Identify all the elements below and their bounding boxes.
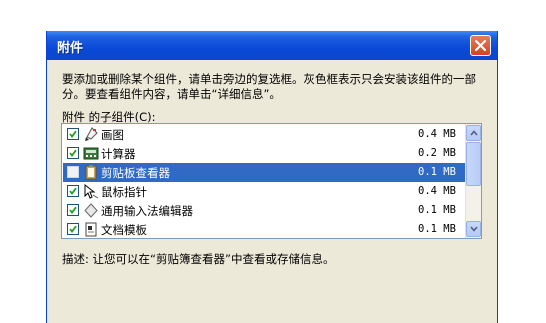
clipboard-icon <box>83 165 99 180</box>
item-size: 0.2 MB <box>418 147 456 159</box>
item-name: 鼠标指针 <box>101 185 147 199</box>
item-size: 0.1 MB <box>418 204 456 216</box>
item-size: 0.1 MB <box>418 223 456 235</box>
scroll-up-button[interactable] <box>466 125 481 141</box>
component-description: 描述: 让您可以在“剪贴簿查看器”中查看或存储信息。 <box>62 252 335 266</box>
paint-icon <box>83 127 99 142</box>
item-name: 画图 <box>101 128 124 142</box>
item-size: 0.1 MB <box>418 166 456 178</box>
checkbox[interactable] <box>67 147 79 159</box>
checkbox[interactable] <box>67 223 79 235</box>
scroll-down-button[interactable] <box>466 221 481 237</box>
item-name: 通用输入法编辑器 <box>101 204 193 218</box>
calculator-icon <box>83 146 99 161</box>
document-template-icon <box>83 222 99 237</box>
scroll-thumb[interactable] <box>466 142 481 186</box>
list-item-clipboard-viewer[interactable]: 剪贴板查看器 0.1 MB <box>63 163 466 182</box>
subcomponents-list[interactable]: 画图 0.4 MB 计算器 0.2 MB 剪贴板查看器 0.1 MB 鼠标指针 <box>61 123 482 239</box>
accessories-dialog: 附件 要添加或删除某个组件，请单击旁边的复选框。灰色框表示只会安装该组件的一部分… <box>46 31 498 323</box>
list-item-paint[interactable]: 画图 0.4 MB <box>63 125 466 144</box>
item-size: 0.4 MB <box>418 128 456 140</box>
item-name: 剪贴板查看器 <box>101 166 170 180</box>
window-title: 附件 <box>57 41 84 56</box>
mouse-pointer-icon <box>83 183 99 199</box>
item-name: 文档模板 <box>101 223 147 237</box>
vertical-scrollbar[interactable] <box>465 124 481 238</box>
close-button[interactable] <box>470 35 491 56</box>
ime-diamond-icon <box>83 203 99 218</box>
list-item-ime-editor[interactable]: 通用输入法编辑器 0.1 MB <box>63 201 466 220</box>
checkbox[interactable] <box>67 185 79 197</box>
item-size: 0.4 MB <box>418 185 456 197</box>
checkbox[interactable] <box>67 166 79 178</box>
instructions-text: 要添加或删除某个组件，请单击旁边的复选框。灰色框表示只会安装该组件的一部分。要查… <box>62 72 476 101</box>
list-item-mouse-pointers[interactable]: 鼠标指针 0.4 MB <box>63 182 466 201</box>
list-item-calculator[interactable]: 计算器 0.2 MB <box>63 144 466 163</box>
checkbox[interactable] <box>67 204 79 216</box>
item-name: 计算器 <box>101 147 136 161</box>
list-item-document-templates[interactable]: 文档模板 0.1 MB <box>63 220 466 238</box>
checkbox[interactable] <box>67 128 79 140</box>
title-bar[interactable]: 附件 <box>47 31 497 60</box>
